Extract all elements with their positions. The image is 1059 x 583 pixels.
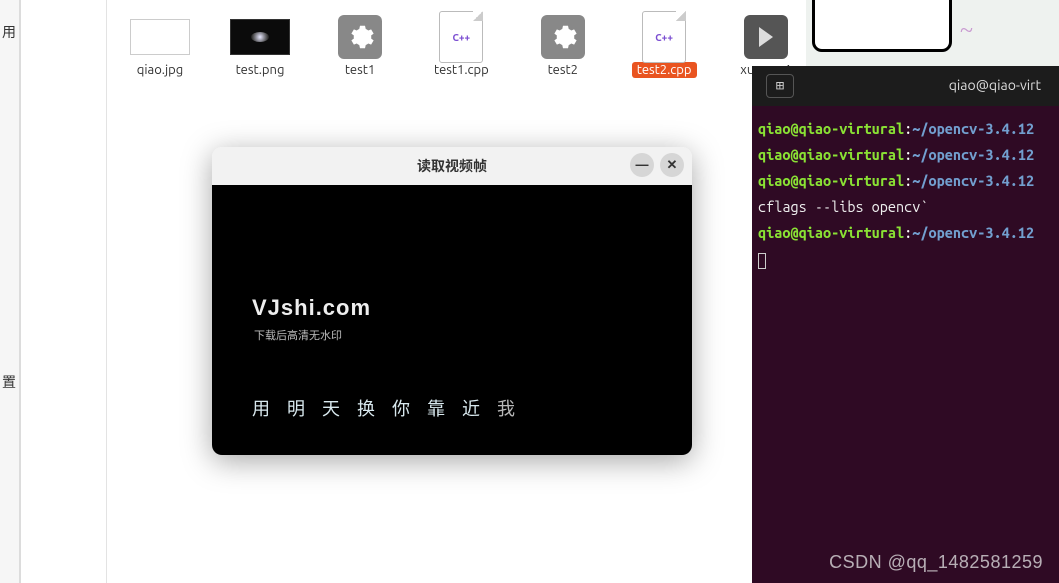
terminal-header[interactable]: ⊞ qiao@qiao-virt [752, 66, 1059, 106]
file-label: test1.cpp [429, 62, 494, 78]
video-window: 读取视频帧 — ✕ VJshi.com 下载后高清无水印 用 明 天 换 你 靠… [212, 147, 692, 455]
file-item[interactable]: test1 [329, 16, 391, 78]
terminal-line: qiao@qiao-virtural:~/opencv-3.4.12 [758, 220, 1055, 246]
cpp-file-icon: C++ [633, 16, 695, 58]
new-tab-button[interactable]: ⊞ [766, 74, 794, 98]
file-item[interactable]: test.png [229, 16, 291, 78]
terminal-title: qiao@qiao-virt [812, 73, 1045, 98]
file-label: test1 [340, 62, 380, 78]
watermark: CSDN @qq_1482581259 [829, 552, 1043, 573]
terminal-line: qiao@qiao-virtural:~/opencv-3.4.12 [758, 168, 1055, 194]
image-thumbnail-icon [129, 16, 191, 58]
terminal-line: cflags --libs opencv` [758, 194, 1055, 220]
file-label: test2 [543, 62, 583, 78]
cpp-file-icon: C++ [430, 16, 492, 58]
close-button[interactable]: ✕ [660, 153, 684, 177]
files-row: qiao.jpg test.png test1 C++ test1.cpp test2 C+… [107, 0, 806, 94]
window-title: 读取视频帧 [417, 156, 487, 176]
terminal-line: qiao@qiao-virtural:~/opencv-3.4.12 [758, 142, 1055, 168]
terminal-cursor [758, 246, 1055, 272]
video-logo: VJshi.com [252, 295, 371, 321]
file-label: test.png [231, 62, 290, 78]
file-item[interactable]: test2 [532, 16, 594, 78]
desktop-drawing [812, 0, 952, 52]
sidebar-item[interactable]: 用 [0, 22, 19, 42]
terminal-body[interactable]: qiao@qiao-virtural:~/opencv-3.4.12 qiao@… [752, 106, 1059, 273]
sidebar-item[interactable]: 置 [0, 372, 19, 392]
video-frame: VJshi.com 下载后高清无水印 用 明 天 换 你 靠 近 我 [212, 185, 692, 455]
video-subtext: 下载后高清无水印 [254, 327, 342, 343]
terminal-window: ⊞ qiao@qiao-virt qiao@qiao-virtural:~/op… [752, 66, 1059, 583]
video-file-icon [735, 16, 797, 58]
desktop-scribble: ~ [960, 18, 973, 45]
image-thumbnail-icon [229, 16, 291, 58]
terminal-line: qiao@qiao-virtural:~/opencv-3.4.12 [758, 116, 1055, 142]
file-label: test2.cpp [632, 62, 697, 78]
file-label: qiao.jpg [132, 62, 188, 78]
executable-icon [532, 16, 594, 58]
file-item[interactable]: C++ test2.cpp [632, 16, 697, 78]
file-item[interactable]: qiao.jpg [129, 16, 191, 78]
nav-sidebar: 用 置 [0, 0, 20, 583]
file-item[interactable]: C++ test1.cpp [429, 16, 494, 78]
minimize-button[interactable]: — [630, 153, 654, 177]
video-lyric: 用 明 天 换 你 靠 近 我 [252, 395, 521, 421]
executable-icon [329, 16, 391, 58]
window-titlebar[interactable]: 读取视频帧 — ✕ [212, 147, 692, 185]
